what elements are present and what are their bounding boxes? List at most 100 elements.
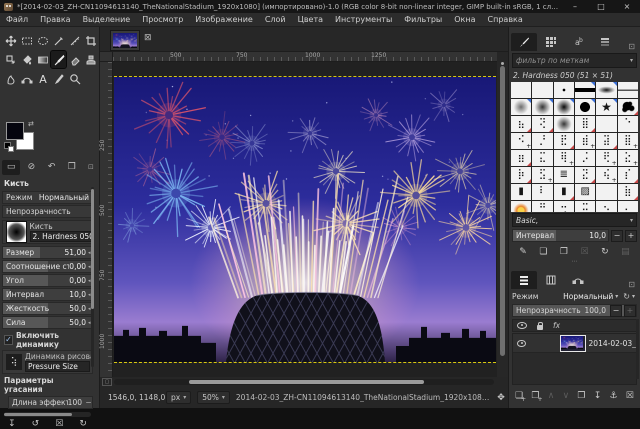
tab-undo-history[interactable]: ↶ xyxy=(42,160,60,175)
lower-layer-button[interactable]: ∨ xyxy=(563,391,570,401)
tab-close-icon[interactable]: ⊠ xyxy=(144,33,152,43)
brush-item[interactable] xyxy=(618,82,638,98)
swap-colors-icon[interactable]: ⇄ xyxy=(28,120,34,128)
free-select-tool-icon[interactable] xyxy=(35,32,50,49)
brush-item[interactable]: ⣿ xyxy=(575,116,595,132)
brush-item[interactable]: ⢒ xyxy=(554,201,574,212)
brush-item[interactable]: ⠄ xyxy=(618,201,638,212)
canvas-viewport[interactable] xyxy=(113,62,497,377)
layer-visibility-icon[interactable] xyxy=(517,340,526,347)
restore-preset-icon[interactable]: ↺ xyxy=(32,419,40,429)
paintbrush-tool-icon[interactable] xyxy=(51,51,66,68)
spacing-plus-button[interactable]: + xyxy=(625,230,637,242)
brush-item[interactable] xyxy=(575,82,595,98)
brush-item[interactable]: ⠇ xyxy=(532,184,552,200)
clone-tool-icon[interactable] xyxy=(83,51,98,68)
brush-item[interactable] xyxy=(618,99,638,115)
menu-item-colors[interactable]: Цвета xyxy=(292,15,329,24)
delete-brush-icon[interactable]: ☒ xyxy=(581,247,589,257)
brush-item[interactable]: ⣝ xyxy=(575,167,595,183)
save-preset-icon[interactable]: ↧ xyxy=(8,419,16,429)
foreground-color-swatch[interactable] xyxy=(6,122,24,140)
brush-item[interactable]: ⠑ xyxy=(618,116,638,132)
opacity-minus-button[interactable]: − xyxy=(610,305,622,317)
brush-item[interactable]: ★ xyxy=(596,99,616,115)
brush-selector[interactable]: Кисть 2. Hardness 050 xyxy=(2,220,93,244)
new-layer-button[interactable]: ❏ xyxy=(515,391,523,401)
tool-option-force[interactable]: Сила50,0◂ xyxy=(2,316,93,329)
maximize-button[interactable]: □ xyxy=(588,0,614,13)
tool-options-hscrollbar[interactable] xyxy=(4,412,91,417)
mode-switch-icon[interactable]: ↻ xyxy=(620,292,630,301)
crop-tool-icon[interactable] xyxy=(83,32,98,49)
menu-item-view[interactable]: Просмотр xyxy=(136,15,189,24)
smudge-tool-icon[interactable] xyxy=(3,70,18,87)
duplicate-brush-icon[interactable]: ❐ xyxy=(560,247,568,257)
duplicate-layer-button[interactable]: ❐ xyxy=(577,391,585,401)
close-button[interactable]: × xyxy=(614,0,640,13)
layer-opacity-label[interactable]: Непрозрачность xyxy=(513,306,585,315)
dock-menu-icon[interactable]: ⊡ xyxy=(625,280,638,289)
brush-item[interactable]: ⢟+ xyxy=(596,150,616,166)
open-brush-as-image-icon[interactable]: ▤ xyxy=(621,247,630,257)
tool-options-vscrollbar[interactable] xyxy=(91,187,94,367)
brush-item[interactable]: ≣ xyxy=(554,167,574,183)
paths-tool-icon[interactable] xyxy=(19,70,34,87)
layer-list-scrollbar[interactable] xyxy=(636,319,639,379)
brush-item[interactable] xyxy=(575,99,595,115)
new-layer-group-button[interactable]: ❐ xyxy=(531,391,539,401)
tool-option-spacing[interactable]: Интервал10,0◂ xyxy=(2,288,93,301)
vertical-ruler[interactable]: 2505007501000 xyxy=(100,62,113,377)
menu-item-image[interactable]: Изображение xyxy=(189,15,259,24)
canvas-image[interactable] xyxy=(114,76,496,363)
brush-item[interactable]: ⢿+ xyxy=(554,150,574,166)
dock-menu-icon[interactable]: ⊡ xyxy=(86,160,96,175)
unit-select[interactable]: px ▾ xyxy=(166,391,191,404)
default-colors-icon[interactable] xyxy=(4,142,11,149)
brush-item[interactable]: ⣫+ xyxy=(532,167,552,183)
dynamics-checkbox[interactable]: ✓ xyxy=(4,335,13,345)
fade-length-row[interactable]: Длина эффекта ... 100 − xyxy=(8,396,93,409)
menu-item-edit[interactable]: Правка xyxy=(34,15,76,24)
horizontal-scrollbar[interactable] xyxy=(114,379,494,385)
move-tool-icon[interactable] xyxy=(3,32,18,49)
brush-item[interactable] xyxy=(511,99,531,115)
rectangle-select-tool-icon[interactable] xyxy=(19,32,34,49)
brush-item[interactable]: ⣶ xyxy=(511,150,531,166)
brush-item[interactable]: ⠛ xyxy=(532,201,552,212)
brush-item[interactable]: ⣍ xyxy=(532,150,552,166)
brush-item[interactable]: ⠪+ xyxy=(511,133,531,149)
layer-mode-value[interactable]: Нормальный xyxy=(563,292,613,301)
menu-item-layer[interactable]: Слой xyxy=(259,15,292,24)
tab-paths[interactable] xyxy=(565,271,591,289)
tab-gradients[interactable] xyxy=(592,33,618,51)
visibility-column-icon[interactable] xyxy=(517,322,527,329)
enable-dynamics-row[interactable]: ✓ Включить динамику xyxy=(2,331,93,349)
menu-item-filters[interactable]: Фильтры xyxy=(398,15,448,24)
brush-item[interactable]: ⣦ xyxy=(511,116,531,132)
ink-tool-icon[interactable] xyxy=(51,70,66,87)
tab-fonts[interactable]: ab xyxy=(565,33,591,51)
brush-item[interactable]: ⣕+ xyxy=(618,150,638,166)
text-tool-icon[interactable]: A xyxy=(35,70,50,87)
opacity-plus-button[interactable]: + xyxy=(624,305,636,317)
brush-item[interactable]: ⣿+ xyxy=(618,133,638,149)
brush-item[interactable]: ⢮+ xyxy=(596,167,616,183)
brush-item[interactable] xyxy=(511,201,531,212)
brush-item[interactable]: ⡨ xyxy=(575,150,595,166)
tool-option-hardness[interactable]: Жесткость50,0◂ xyxy=(2,302,93,315)
tool-option-angle[interactable]: Угол0,00◂ xyxy=(2,274,93,287)
tab-layers[interactable] xyxy=(511,271,537,289)
zoom-select[interactable]: 50% ▾ xyxy=(197,391,230,404)
merge-down-button[interactable]: ↧ xyxy=(594,391,602,401)
tab-channels[interactable] xyxy=(538,271,564,289)
lock-column-icon[interactable] xyxy=(537,325,543,330)
edit-brush-icon[interactable]: ✎ xyxy=(519,247,527,257)
delete-layer-button[interactable]: ☒ xyxy=(626,391,634,401)
opacity-row[interactable]: Непрозрачность xyxy=(2,205,93,218)
tab-patterns[interactable] xyxy=(538,33,564,51)
brush-item[interactable]: ⠢ xyxy=(596,201,616,212)
brush-item[interactable] xyxy=(554,99,574,115)
paint-mode-row[interactable]: Режим Нормальный xyxy=(2,191,93,204)
tab-tool-options[interactable]: ▭ xyxy=(2,160,20,175)
